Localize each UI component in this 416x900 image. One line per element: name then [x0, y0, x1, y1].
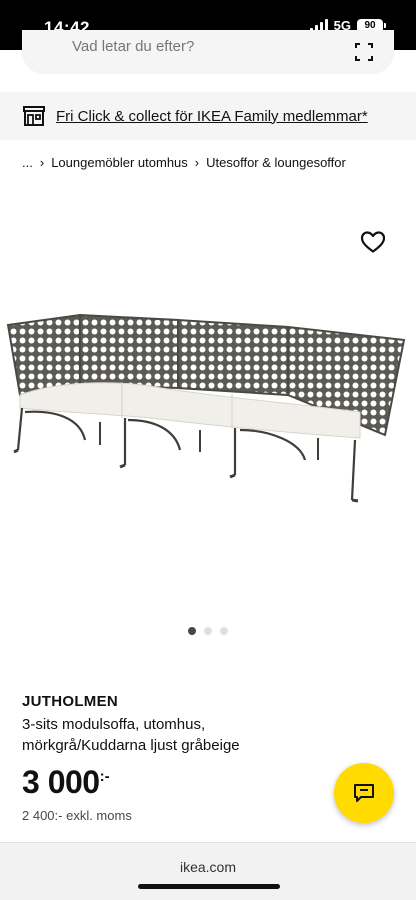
- search-input[interactable]: Vad letar du efter?: [72, 38, 194, 55]
- heart-icon[interactable]: [360, 230, 386, 254]
- chat-icon: [354, 784, 374, 802]
- promo-banner[interactable]: Fri Click & collect för IKEA Family medl…: [0, 92, 416, 140]
- browser-url-bar[interactable]: ikea.com: [0, 842, 416, 900]
- home-indicator[interactable]: [138, 884, 280, 889]
- carousel-dot[interactable]: [188, 627, 196, 635]
- breadcrumb-item-loungemobler[interactable]: Loungemöbler utomhus: [51, 155, 188, 170]
- product-image[interactable]: [0, 300, 416, 515]
- breadcrumb-item-utesoffor[interactable]: Utesoffor & loungesoffor: [206, 155, 346, 170]
- price-excl-vat: 2 400:- exkl. moms: [22, 808, 132, 823]
- promo-link[interactable]: Fri Click & collect för IKEA Family medl…: [56, 108, 368, 125]
- breadcrumb: ... › Loungemöbler utomhus › Utesoffor &…: [22, 155, 346, 170]
- chevron-right-icon: ›: [39, 155, 45, 170]
- carousel-dot[interactable]: [220, 627, 228, 635]
- carousel-indicator[interactable]: [0, 627, 416, 635]
- carousel-dot[interactable]: [204, 627, 212, 635]
- chat-button[interactable]: [334, 763, 394, 823]
- store-icon: [23, 106, 45, 126]
- chevron-right-icon: ›: [194, 155, 200, 170]
- breadcrumb-ellipsis[interactable]: ...: [22, 155, 33, 170]
- price-value: 3 000: [22, 764, 100, 800]
- barcode-scan-icon[interactable]: [354, 42, 374, 62]
- product-description: 3-sits modulsoffa, utomhus, mörkgrå/Kudd…: [22, 716, 240, 754]
- price-suffix: :-: [99, 768, 110, 785]
- product-name: JUTHOLMEN: [22, 693, 119, 710]
- browser-url[interactable]: ikea.com: [0, 859, 416, 875]
- product-price: 3 000 :-: [22, 764, 110, 801]
- search-bar[interactable]: Vad letar du efter?: [22, 30, 394, 74]
